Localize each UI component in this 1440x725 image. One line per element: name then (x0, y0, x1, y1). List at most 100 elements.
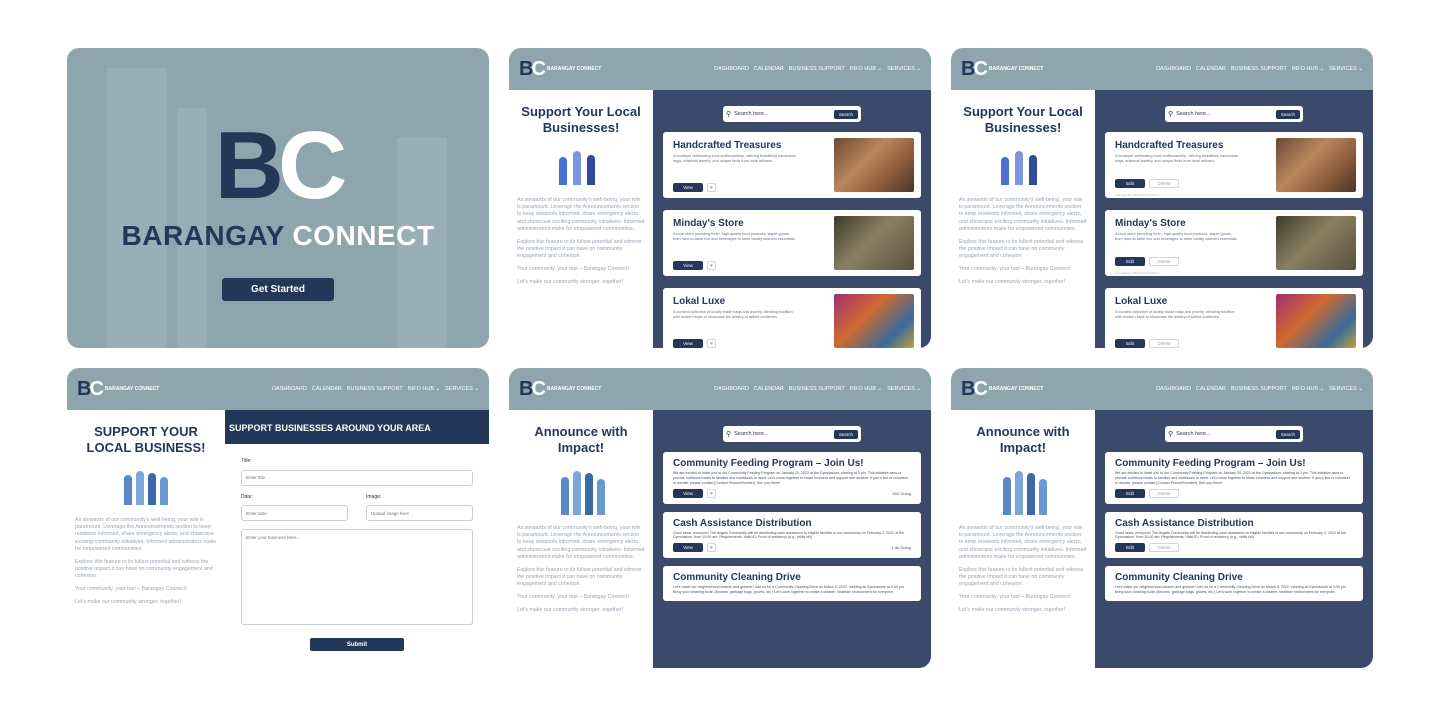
date-field[interactable] (241, 505, 348, 521)
nav-dashboard[interactable]: DASHBOARD (714, 386, 749, 392)
navbar: BC BARANGAY CONNECT DASHBOARD CALENDAR BU… (951, 368, 1373, 410)
nav-services[interactable]: SERVICES ⌄ (1329, 66, 1363, 72)
search-button[interactable]: Search (833, 429, 858, 439)
people-illustration (551, 145, 611, 189)
view-button[interactable]: View (673, 339, 703, 348)
search-bar[interactable]: ⚲ Search here... Search (1165, 106, 1303, 122)
nav-logo[interactable]: BC BARANGAY CONNECT (519, 378, 601, 401)
search-button[interactable]: Search (1275, 429, 1300, 439)
search-input[interactable]: Search here... (734, 431, 831, 437)
heart-icon[interactable]: ♥ (707, 261, 716, 270)
view-button[interactable]: View (673, 543, 703, 553)
delete-button[interactable]: Delete (1149, 179, 1179, 188)
search-input[interactable]: Search here... (1176, 431, 1273, 437)
nav-info-hub[interactable]: INFO HUB ⌄ (850, 386, 882, 392)
heart-icon[interactable]: ♥ (707, 339, 716, 348)
sidebar-title: Announce with Impact! (534, 424, 628, 455)
nav-calendar[interactable]: CALENDAR (754, 386, 784, 392)
heart-icon[interactable]: ♥ (707, 488, 716, 498)
business-view-screen: BC BARANGAY CONNECT DASHBOARD CALENDAR BU… (509, 48, 931, 348)
view-button[interactable]: View (673, 488, 703, 498)
people-illustration (551, 465, 611, 517)
title-label: Title: (241, 458, 252, 464)
nav-calendar[interactable]: CALENDAR (1196, 66, 1226, 72)
nav-calendar[interactable]: CALENDAR (754, 66, 784, 72)
nav-info-hub[interactable]: INFO HUB ⌄ (850, 66, 882, 72)
business-description: A curated collection of locally made bag… (673, 310, 793, 319)
submit-button[interactable]: Submit (310, 638, 404, 651)
sidebar-paragraph: Explore this feature to its fullest pote… (959, 566, 1084, 588)
sidebar: Support Your Local Businesses! As stewar… (951, 90, 1095, 348)
edit-button[interactable]: Edit (1115, 488, 1145, 498)
heart-icon[interactable]: ♥ (707, 543, 716, 553)
search-button[interactable]: Search (833, 109, 858, 119)
people-illustration (993, 145, 1053, 189)
date-label: Date: (241, 493, 253, 500)
nav-calendar[interactable]: CALENDAR (312, 386, 342, 392)
search-bar[interactable]: ⚲ Search here... Search (723, 106, 861, 122)
edit-button[interactable]: Edit (1115, 257, 1145, 266)
search-input[interactable]: Search here... (734, 111, 831, 117)
business-image (834, 294, 914, 348)
sidebar-paragraph: As stewards of our community's well-bein… (517, 525, 645, 560)
announcement-title: Community Cleaning Drive (1115, 572, 1243, 584)
nav-services[interactable]: SERVICES ⌄ (445, 386, 479, 392)
main-content: ⚲ Search here... Search Handcrafted Trea… (1095, 90, 1373, 348)
sidebar-paragraph: Let's make our community stronger, toget… (959, 607, 1066, 614)
nav-logo[interactable]: BC BARANGAY CONNECT (961, 58, 1043, 81)
last-updated: Last Updated: 08/11/2023 10:00 am (1115, 193, 1160, 197)
main-content: ⚲ Search here... Search Community Feedin… (653, 410, 931, 668)
view-button[interactable]: View (673, 183, 703, 192)
search-input[interactable]: Search here... (1176, 111, 1273, 117)
delete-button[interactable]: Delete (1149, 339, 1179, 348)
business-card: Lokal Luxe A curated collection of local… (663, 288, 921, 348)
delete-button[interactable]: Delete (1149, 257, 1179, 266)
edit-button[interactable]: Edit (1115, 339, 1145, 348)
nav-business-support[interactable]: BUSINESS SUPPORT (789, 386, 845, 392)
nav-business-support[interactable]: BUSINESS SUPPORT (1231, 66, 1287, 72)
business-image (1276, 138, 1356, 192)
search-bar[interactable]: ⚲ Search here... Search (723, 426, 861, 442)
sidebar: Announce with Impact! As stewards of our… (951, 410, 1095, 668)
search-bar[interactable]: ⚲ Search here... Search (1165, 426, 1303, 442)
business-admin-screen: BC BARANGAY CONNECT DASHBOARD CALENDAR BU… (951, 48, 1373, 348)
nav-info-hub[interactable]: INFO HUB ⌄ (408, 386, 440, 392)
business-form: Title: Date: Image: Submit (225, 444, 489, 668)
title-field[interactable] (241, 469, 473, 486)
delete-button[interactable]: Delete (1149, 488, 1179, 498)
nav-services[interactable]: SERVICES ⌄ (887, 386, 921, 392)
sidebar: Announce with Impact! As stewards of our… (509, 410, 653, 668)
announcement-title: Cash Assistance Distribution (1115, 517, 1254, 529)
nav-business-support[interactable]: BUSINESS SUPPORT (1231, 386, 1287, 392)
delete-button[interactable]: Delete (1149, 543, 1179, 553)
nav-logo[interactable]: BC BARANGAY CONNECT (519, 58, 601, 81)
nav-business-support[interactable]: BUSINESS SUPPORT (789, 66, 845, 72)
nav-services[interactable]: SERVICES ⌄ (887, 66, 921, 72)
nav-info-hub[interactable]: INFO HUB ⌄ (1292, 386, 1324, 392)
navbar: BC BARANGAY CONNECT DASHBOARD CALENDAR BU… (509, 48, 931, 90)
heart-icon[interactable]: ♥ (707, 183, 716, 192)
get-started-button[interactable]: Get Started (222, 278, 334, 301)
nav-services[interactable]: SERVICES ⌄ (1329, 386, 1363, 392)
edit-button[interactable]: Edit (1115, 543, 1145, 553)
nav-dashboard[interactable]: DASHBOARD (1156, 66, 1191, 72)
announcement-body: Good news, everyone! The Angels Communit… (673, 530, 905, 540)
edit-button[interactable]: Edit (1115, 179, 1145, 188)
view-button[interactable]: View (673, 261, 703, 270)
nav-dashboard[interactable]: DASHBOARD (272, 386, 307, 392)
nav-calendar[interactable]: CALENDAR (1196, 386, 1226, 392)
business-card: Minday's Store A local store providing f… (1105, 210, 1363, 276)
nav-logo[interactable]: BC BARANGAY CONNECT (77, 378, 159, 401)
nav-info-hub[interactable]: INFO HUB ⌄ (1292, 66, 1324, 72)
nav-dashboard[interactable]: DASHBOARD (1156, 386, 1191, 392)
announcement-body: We are excited to invite you to our Comm… (673, 471, 908, 485)
nav-business-support[interactable]: BUSINESS SUPPORT (347, 386, 403, 392)
image-upload-field[interactable] (366, 505, 473, 521)
nav-dashboard[interactable]: DASHBOARD (714, 66, 749, 72)
sidebar-paragraph: As stewards of our community's well-bein… (517, 197, 645, 232)
last-updated: Last Updated: 08/11/2023 10:00 am (1115, 271, 1160, 275)
sidebar-paragraph: Your community, your tool – Barangay Con… (75, 586, 187, 593)
search-button[interactable]: Search (1275, 109, 1300, 119)
nav-logo[interactable]: BC BARANGAY CONNECT (961, 378, 1043, 401)
business-body-field[interactable] (241, 529, 473, 625)
